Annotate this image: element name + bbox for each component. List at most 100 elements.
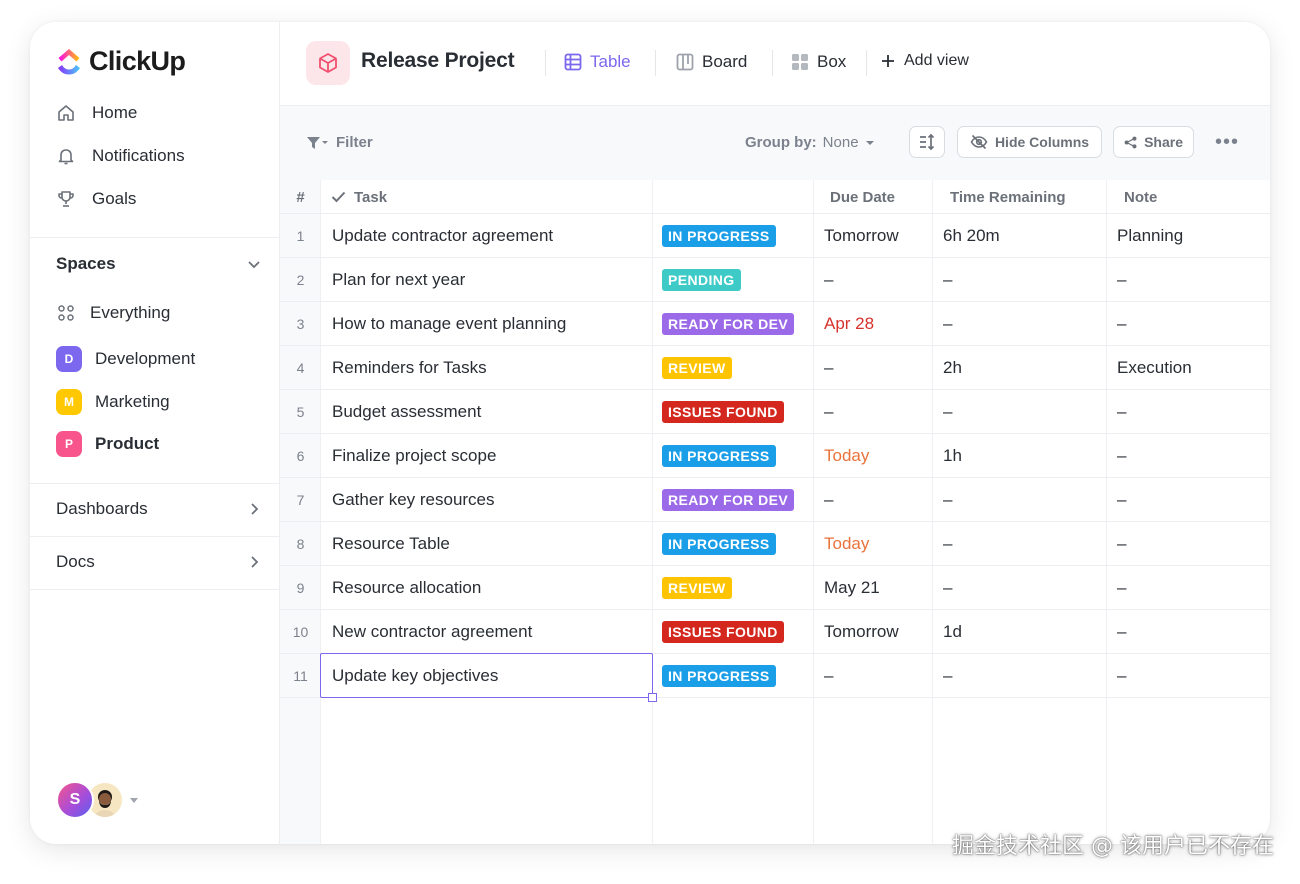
space-everything[interactable]: Everything <box>56 303 170 323</box>
time-remaining[interactable]: – <box>943 522 952 566</box>
avatar[interactable]: S <box>56 781 94 819</box>
task-name[interactable]: Reminders for Tasks <box>332 346 487 390</box>
status-cell[interactable]: IN PROGRESS <box>662 434 776 478</box>
tab-table[interactable]: Table <box>564 52 631 72</box>
due-date[interactable]: – <box>824 654 833 698</box>
note[interactable]: – <box>1117 258 1126 302</box>
status-cell[interactable]: READY FOR DEV <box>662 302 795 346</box>
note[interactable]: – <box>1117 654 1126 698</box>
due-date[interactable]: – <box>824 478 833 522</box>
tab-board[interactable]: Board <box>676 52 747 72</box>
time-remaining[interactable]: 6h 20m <box>943 214 1000 258</box>
column-header-note[interactable]: Note <box>1124 180 1157 214</box>
status-badge[interactable]: IN PROGRESS <box>662 225 776 247</box>
add-view-button[interactable]: Add view <box>880 52 969 70</box>
status-badge[interactable]: IN PROGRESS <box>662 665 776 687</box>
clickup-logo[interactable]: ClickUp <box>56 46 186 77</box>
hide-columns-button[interactable]: Hide Columns <box>957 126 1102 158</box>
group-by-select[interactable]: Group by: None <box>745 134 875 151</box>
table-row[interactable]: 11 Update key objectives IN PROGRESS – – – <box>280 654 1270 698</box>
due-date[interactable]: Tomorrow <box>824 610 899 654</box>
due-date[interactable]: Tomorrow <box>824 214 899 258</box>
table-row[interactable]: 8 Resource Table IN PROGRESS Today – – <box>280 522 1270 566</box>
due-date[interactable]: – <box>824 346 833 390</box>
task-name[interactable]: Resource allocation <box>332 566 481 610</box>
note[interactable]: – <box>1117 566 1126 610</box>
due-date[interactable]: May 21 <box>824 566 880 610</box>
status-badge[interactable]: REVIEW <box>662 577 732 599</box>
status-badge[interactable]: READY FOR DEV <box>662 489 795 511</box>
note[interactable]: – <box>1117 302 1126 346</box>
note[interactable]: – <box>1117 522 1126 566</box>
time-remaining[interactable]: – <box>943 654 952 698</box>
task-name[interactable]: Gather key resources <box>332 478 495 522</box>
time-remaining[interactable]: – <box>943 302 952 346</box>
filter-button[interactable]: Filter <box>306 134 373 151</box>
status-badge[interactable]: IN PROGRESS <box>662 445 776 467</box>
time-remaining[interactable]: – <box>943 566 952 610</box>
note[interactable]: – <box>1117 478 1126 522</box>
status-cell[interactable]: READY FOR DEV <box>662 478 795 522</box>
status-badge[interactable]: ISSUES FOUND <box>662 621 784 643</box>
time-remaining[interactable]: – <box>943 390 952 434</box>
status-cell[interactable]: IN PROGRESS <box>662 654 776 698</box>
table-row[interactable]: 7 Gather key resources READY FOR DEV – – – <box>280 478 1270 522</box>
task-name[interactable]: Finalize project scope <box>332 434 496 478</box>
table-row[interactable]: 6 Finalize project scope IN PROGRESS Today 1… <box>280 434 1270 478</box>
due-date[interactable]: Today <box>824 522 869 566</box>
time-remaining[interactable]: 1h <box>943 434 962 478</box>
note[interactable]: Execution <box>1117 346 1192 390</box>
share-button[interactable]: Share <box>1113 126 1194 158</box>
status-cell[interactable]: ISSUES FOUND <box>662 610 784 654</box>
column-header-task[interactable]: Task <box>331 180 387 214</box>
time-remaining[interactable]: – <box>943 478 952 522</box>
status-badge[interactable]: REVIEW <box>662 357 732 379</box>
time-remaining[interactable]: 1d <box>943 610 962 654</box>
table-row[interactable]: 3 How to manage event planning READY FOR D… <box>280 302 1270 346</box>
tab-box[interactable]: Box <box>791 52 846 72</box>
table-row[interactable]: 2 Plan for next year PENDING – – – <box>280 258 1270 302</box>
chevron-down-icon[interactable] <box>246 256 262 272</box>
table-row[interactable]: 1 Update contractor agreement IN PROGRESS T… <box>280 214 1270 258</box>
status-cell[interactable]: IN PROGRESS <box>662 522 776 566</box>
nav-home[interactable]: Home <box>56 103 137 123</box>
status-cell[interactable]: ISSUES FOUND <box>662 390 784 434</box>
status-badge[interactable]: READY FOR DEV <box>662 313 795 335</box>
due-date[interactable]: – <box>824 390 833 434</box>
note[interactable]: Planning <box>1117 214 1183 258</box>
note[interactable]: – <box>1117 390 1126 434</box>
table-row[interactable]: 10 New contractor agreement ISSUES FOUND To… <box>280 610 1270 654</box>
column-header-due-date[interactable]: Due Date <box>830 180 895 214</box>
status-cell[interactable]: PENDING <box>662 258 741 302</box>
table-row[interactable]: 4 Reminders for Tasks REVIEW – 2h Execution <box>280 346 1270 390</box>
due-date[interactable]: Apr 28 <box>824 302 874 346</box>
task-name[interactable]: Budget assessment <box>332 390 481 434</box>
space-development[interactable]: D Development <box>56 346 195 372</box>
task-name[interactable]: Resource Table <box>332 522 450 566</box>
space-product[interactable]: P Product <box>56 431 159 457</box>
caret-down-icon[interactable] <box>130 797 138 803</box>
task-name[interactable]: Plan for next year <box>332 258 465 302</box>
note[interactable]: – <box>1117 610 1126 654</box>
table-row[interactable]: 5 Budget assessment ISSUES FOUND – – – <box>280 390 1270 434</box>
status-cell[interactable]: REVIEW <box>662 566 732 610</box>
status-cell[interactable]: IN PROGRESS <box>662 214 776 258</box>
sort-button[interactable] <box>909 126 945 158</box>
task-name[interactable]: Update contractor agreement <box>332 214 553 258</box>
status-badge[interactable]: ISSUES FOUND <box>662 401 784 423</box>
status-badge[interactable]: IN PROGRESS <box>662 533 776 555</box>
sidebar-dashboards[interactable]: Dashboards <box>56 499 262 519</box>
time-remaining[interactable]: – <box>943 258 952 302</box>
space-marketing[interactable]: M Marketing <box>56 389 170 415</box>
spaces-header[interactable]: Spaces <box>56 254 262 274</box>
note[interactable]: – <box>1117 434 1126 478</box>
task-name[interactable]: New contractor agreement <box>332 610 532 654</box>
column-header-time-remaining[interactable]: Time Remaining <box>950 180 1066 214</box>
sidebar-docs[interactable]: Docs <box>56 552 262 572</box>
task-name[interactable]: How to manage event planning <box>332 302 566 346</box>
time-remaining[interactable]: 2h <box>943 346 962 390</box>
due-date[interactable]: Today <box>824 434 869 478</box>
status-badge[interactable]: PENDING <box>662 269 741 291</box>
user-avatars[interactable]: S <box>56 781 138 819</box>
status-cell[interactable]: REVIEW <box>662 346 732 390</box>
